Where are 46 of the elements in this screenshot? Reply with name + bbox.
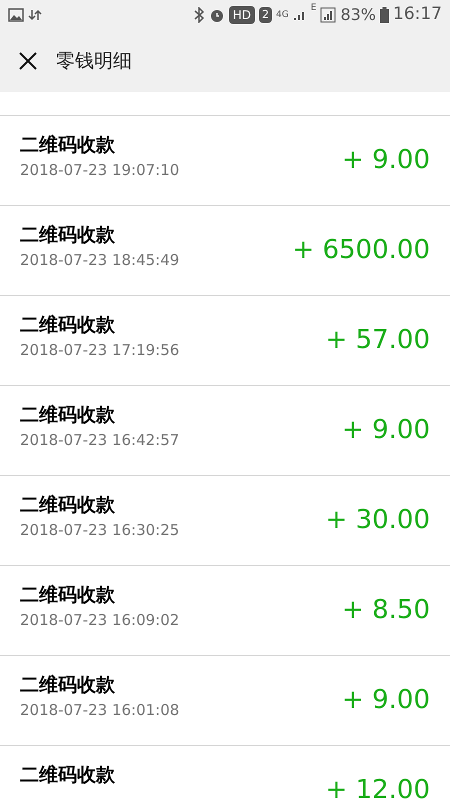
- hd-badge: HD: [228, 6, 256, 24]
- network-label: 4G: [276, 10, 289, 20]
- battery-icon: [380, 7, 389, 23]
- record-time: 2018-07-23 17:19:56: [20, 343, 180, 358]
- record-amount: + 12.00: [326, 774, 430, 800]
- clock-time: 16:17: [393, 3, 442, 26]
- record-time: 2018-07-23 16:01:08: [20, 703, 180, 718]
- record-amount: + 6500.00: [292, 234, 430, 267]
- record-amount: + 57.00: [326, 324, 430, 357]
- record-amount: + 9.00: [342, 144, 430, 177]
- image-icon: [8, 8, 24, 22]
- record-time: 2018-07-23 16:42:57: [20, 433, 180, 448]
- record-title: 二维码收款: [20, 226, 116, 245]
- signal-icon: [292, 9, 307, 21]
- network-label: E: [310, 4, 316, 13]
- record-time: 2018-07-23 16:30:25: [20, 523, 180, 538]
- sim-badge: 2: [259, 6, 272, 24]
- record-row[interactable]: 二维码收款 2018-07-23 16:09:02 + 8.50: [0, 566, 450, 656]
- alarm-icon: [208, 7, 225, 23]
- record-amount: + 9.00: [342, 684, 430, 717]
- record-row[interactable]: 二维码收款 2018-07-23 17:19:56 + 57.00: [0, 296, 450, 386]
- record-row[interactable]: 二维码收款 2018-07-23 16:30:25 + 30.00: [0, 476, 450, 566]
- data-arrows-icon: [28, 9, 42, 21]
- record-row[interactable]: 二维码收款 2018-07-23 16:42:57 + 9.00: [0, 386, 450, 476]
- signal-icon: [320, 7, 336, 23]
- record-title: 二维码收款: [20, 136, 116, 155]
- record-amount: + 9.00: [342, 414, 430, 447]
- record-title: 二维码收款: [20, 586, 116, 605]
- record-title: 二维码收款: [20, 406, 116, 425]
- record-row[interactable]: 二维码收款 2018-07-23 19:07:10 + 9.00: [0, 116, 450, 206]
- record-time: 2018-07-23 16:09:02: [20, 613, 180, 628]
- record-title: 二维码收款: [20, 496, 116, 515]
- record-amount: + 30.00: [326, 504, 430, 537]
- bluetooth-icon: [192, 7, 205, 23]
- record-row[interactable]: 二维码收款 2018-07-23 18:45:49 + 6500.00: [0, 206, 450, 296]
- record-title: 二维码收款: [20, 316, 116, 335]
- record-amount: + 8.50: [342, 594, 430, 627]
- record-title: 二维码收款: [20, 766, 115, 785]
- record-time: 2018-07-23 18:45:49: [20, 253, 180, 268]
- close-icon: [19, 52, 37, 70]
- page-title: 零钱明细: [56, 48, 132, 74]
- record-time: 2018-07-23 19:07:10: [20, 163, 180, 178]
- battery-percent: 83%: [340, 4, 376, 26]
- record-row[interactable]: 二维码收款 + 12.00: [0, 746, 450, 800]
- record-row[interactable]: 二维码收款 2018-07-23 16:01:08 + 9.00: [0, 656, 450, 746]
- record-title: 二维码收款: [20, 676, 116, 695]
